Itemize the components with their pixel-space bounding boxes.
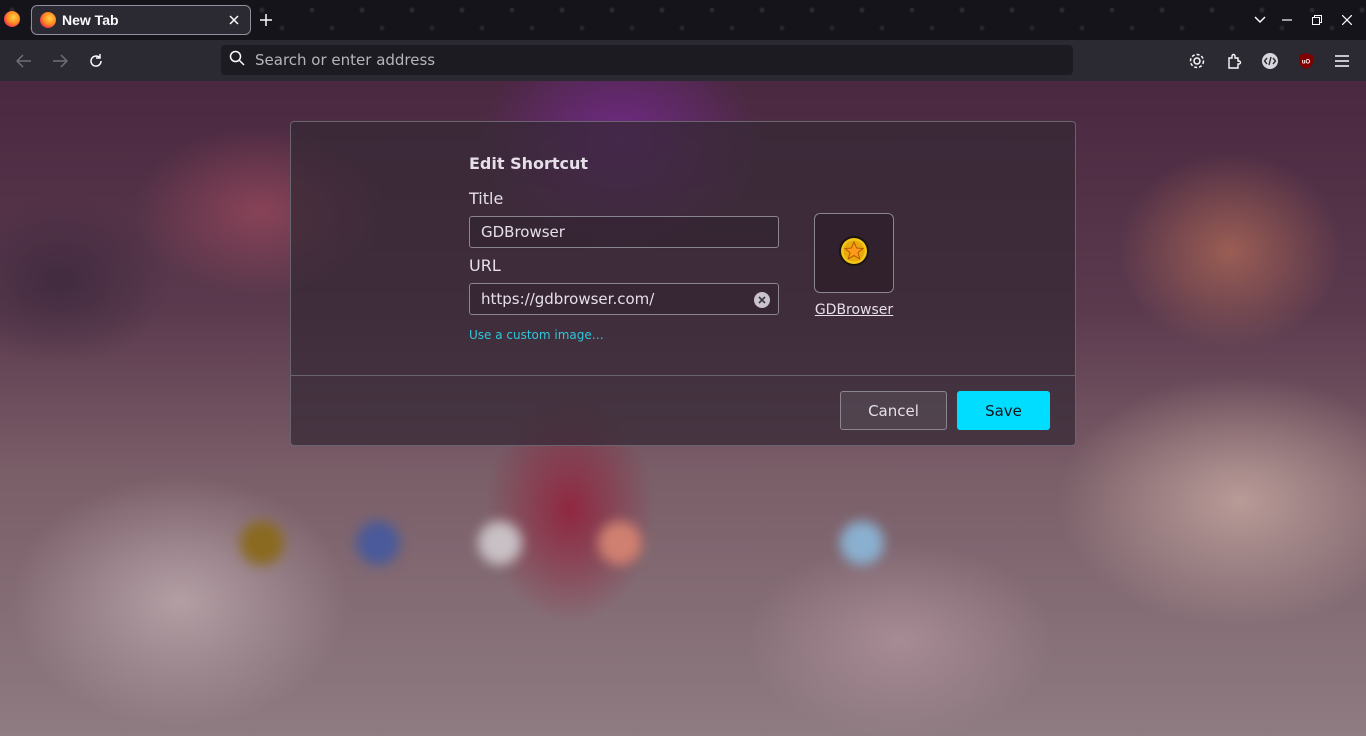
dialog-divider xyxy=(291,375,1075,376)
firefox-logo-icon[interactable] xyxy=(4,11,20,27)
minimize-icon[interactable] xyxy=(1277,10,1297,30)
cancel-button[interactable]: Cancel xyxy=(840,391,947,430)
back-arrow-icon[interactable] xyxy=(13,50,35,72)
hamburger-menu-icon[interactable] xyxy=(1331,50,1353,72)
close-icon[interactable] xyxy=(226,12,242,28)
plus-icon[interactable] xyxy=(256,10,276,30)
restore-icon[interactable] xyxy=(1307,10,1327,30)
title-field[interactable] xyxy=(469,216,779,248)
forward-arrow-icon[interactable] xyxy=(49,50,71,72)
title-input[interactable] xyxy=(479,222,739,242)
tab-title: New Tab xyxy=(62,12,119,28)
save-button[interactable]: Save xyxy=(957,391,1050,430)
close-window-icon[interactable] xyxy=(1337,10,1357,30)
svg-text:uO: uO xyxy=(1302,60,1311,66)
url-input[interactable] xyxy=(479,289,739,309)
navigation-toolbar: uO xyxy=(0,40,1366,81)
tab-favicon-icon xyxy=(40,12,56,28)
url-label: URL xyxy=(469,256,501,275)
search-icon xyxy=(229,50,245,70)
tab-new-tab[interactable]: New Tab xyxy=(31,5,251,35)
new-tab-page: Edit Shortcut Title URL Use a custom ima… xyxy=(0,81,1366,736)
edit-shortcut-dialog: Edit Shortcut Title URL Use a custom ima… xyxy=(290,121,1076,446)
blurred-shortcut-tile xyxy=(356,521,400,565)
address-input[interactable] xyxy=(253,50,1033,70)
shortcut-preview-tile xyxy=(814,213,894,293)
clear-icon[interactable] xyxy=(754,292,770,308)
chevron-down-icon[interactable] xyxy=(1250,10,1270,30)
blurred-shortcut-tile xyxy=(240,521,284,565)
ublock-icon[interactable]: uO xyxy=(1295,50,1317,72)
devtools-icon[interactable] xyxy=(1259,50,1281,72)
blurred-shortcut-tile xyxy=(840,521,884,565)
blurred-shortcut-tile xyxy=(598,521,642,565)
shortcut-preview-name: GDBrowser xyxy=(814,302,894,318)
gear-icon[interactable] xyxy=(1186,50,1208,72)
address-bar[interactable] xyxy=(221,45,1073,75)
extensions-icon[interactable] xyxy=(1223,50,1245,72)
reload-icon[interactable] xyxy=(85,50,107,72)
custom-image-link[interactable]: Use a custom image… xyxy=(469,328,604,342)
url-field[interactable] xyxy=(469,283,779,315)
title-label: Title xyxy=(469,189,504,208)
star-coin-icon xyxy=(838,235,870,271)
tab-strip: New Tab xyxy=(0,0,1366,40)
blurred-shortcut-tile xyxy=(478,521,522,565)
dialog-heading: Edit Shortcut xyxy=(469,154,589,173)
